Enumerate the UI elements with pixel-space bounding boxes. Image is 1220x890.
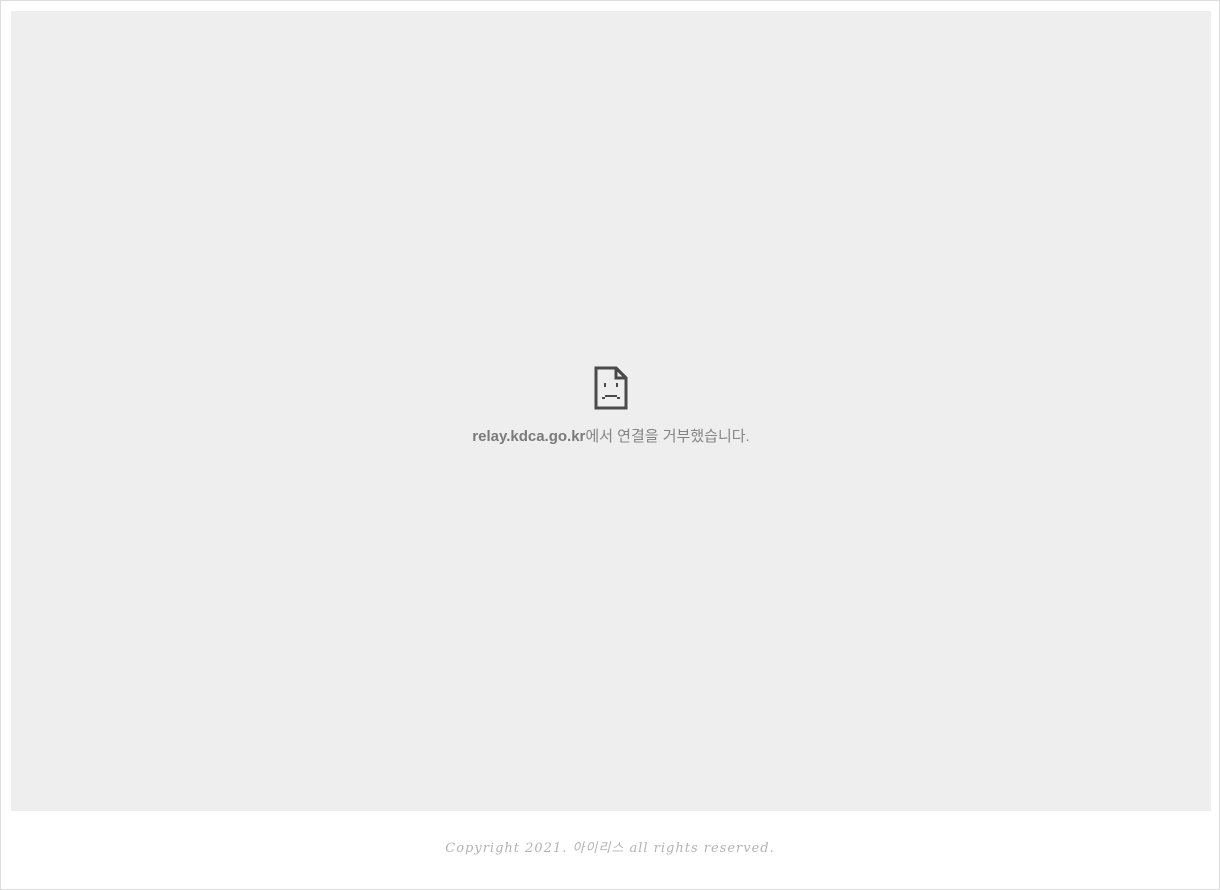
error-message: relay.kdca.go.kr에서 연결을 거부했습니다.	[11, 425, 1211, 446]
connection-error: relay.kdca.go.kr에서 연결을 거부했습니다.	[11, 366, 1211, 446]
error-text: 에서 연결을 거부했습니다.	[585, 428, 750, 445]
embedded-frame: relay.kdca.go.kr에서 연결을 거부했습니다.	[11, 11, 1211, 811]
sad-page-icon	[594, 366, 628, 410]
error-host: relay.kdca.go.kr	[472, 428, 586, 445]
copyright-text: Copyright 2021. 아이리스 all rights reserved…	[445, 841, 775, 856]
footer: Copyright 2021. 아이리스 all rights reserved…	[1, 811, 1219, 889]
page-frame: relay.kdca.go.kr에서 연결을 거부했습니다. Copyright…	[0, 0, 1220, 890]
